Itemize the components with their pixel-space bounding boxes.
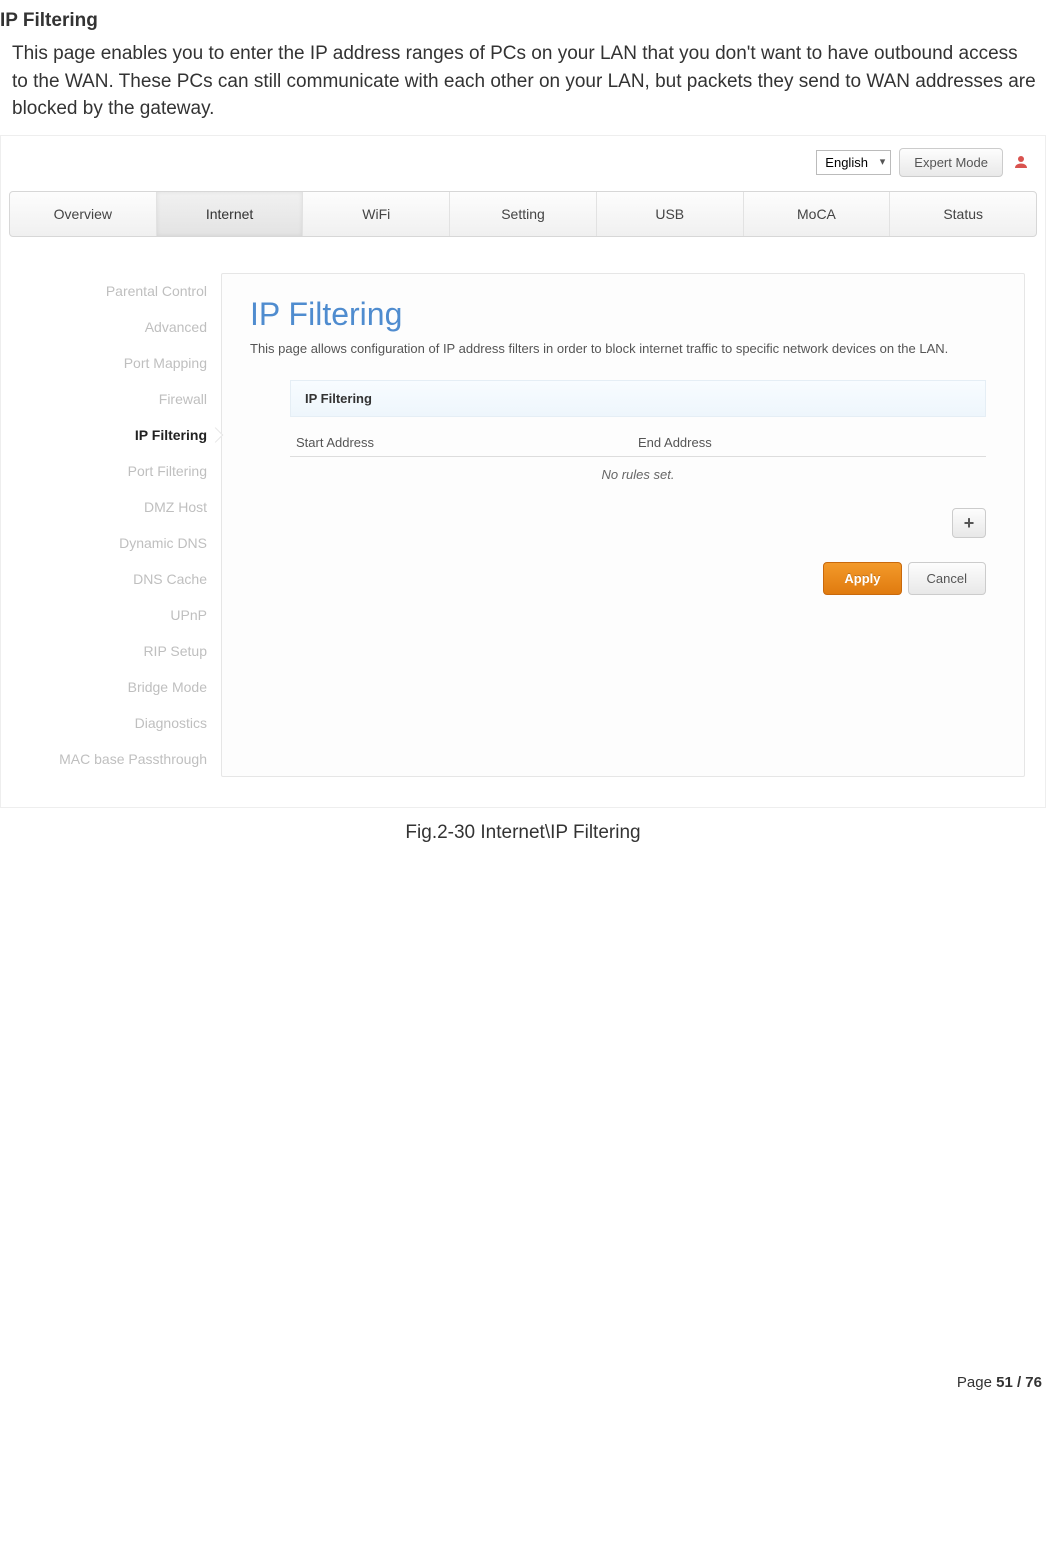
panel-inner: IP Filtering Start Address End Address N…: [250, 380, 996, 595]
col-start-address: Start Address: [296, 435, 638, 450]
language-select-wrap: English: [816, 150, 891, 175]
sidebar-item-rip-setup[interactable]: RIP Setup: [1, 633, 207, 669]
sidebar-item-port-filtering[interactable]: Port Filtering: [1, 453, 207, 489]
sidebar-item-upnp[interactable]: UPnP: [1, 597, 207, 633]
tab-usb[interactable]: USB: [597, 192, 744, 236]
sidebar-item-diagnostics[interactable]: Diagnostics: [1, 705, 207, 741]
panel-title: IP Filtering: [250, 296, 996, 333]
main-panel: IP Filtering This page allows configurat…: [221, 273, 1025, 777]
router-admin-screenshot: English Expert Mode Overview Internet Wi…: [0, 135, 1046, 808]
expert-mode-button[interactable]: Expert Mode: [899, 148, 1003, 177]
table-headers: Start Address End Address: [290, 435, 986, 456]
tab-setting[interactable]: Setting: [450, 192, 597, 236]
tab-wifi[interactable]: WiFi: [303, 192, 450, 236]
user-icon[interactable]: [1011, 152, 1031, 172]
sidebar-item-mac-passthrough[interactable]: MAC base Passthrough: [1, 741, 207, 777]
page-footer: Page 51 / 76: [0, 1364, 1046, 1401]
doc-section-description: This page enables you to enter the IP ad…: [0, 40, 1046, 135]
panel-description: This page allows configuration of IP add…: [250, 339, 996, 359]
add-row: +: [290, 508, 986, 562]
sidebar-item-port-mapping[interactable]: Port Mapping: [1, 345, 207, 381]
sidebar-item-firewall[interactable]: Firewall: [1, 381, 207, 417]
cancel-button[interactable]: Cancel: [908, 562, 986, 595]
sidebar-item-dmz-host[interactable]: DMZ Host: [1, 489, 207, 525]
sidebar-item-dns-cache[interactable]: DNS Cache: [1, 561, 207, 597]
doc-section-title: IP Filtering: [0, 0, 1046, 40]
figure-caption: Fig.2-30 Internet\IP Filtering: [0, 808, 1046, 1364]
no-rules-message: No rules set.: [290, 456, 986, 508]
sidebar-item-bridge-mode[interactable]: Bridge Mode: [1, 669, 207, 705]
content-row: Parental Control Advanced Port Mapping F…: [1, 237, 1045, 797]
tab-internet[interactable]: Internet: [157, 192, 304, 236]
main-tabs: Overview Internet WiFi Setting USB MoCA …: [9, 191, 1037, 237]
action-buttons: Apply Cancel: [290, 562, 986, 595]
add-rule-button[interactable]: +: [952, 508, 986, 538]
top-bar: English Expert Mode: [1, 136, 1045, 191]
col-end-address: End Address: [638, 435, 980, 450]
sidebar: Parental Control Advanced Port Mapping F…: [1, 273, 221, 777]
tab-status[interactable]: Status: [890, 192, 1036, 236]
tab-moca[interactable]: MoCA: [744, 192, 891, 236]
apply-button[interactable]: Apply: [823, 562, 901, 595]
sidebar-item-advanced[interactable]: Advanced: [1, 309, 207, 345]
tab-overview[interactable]: Overview: [10, 192, 157, 236]
section-header: IP Filtering: [290, 380, 986, 417]
footer-prefix: Page: [957, 1374, 996, 1391]
sidebar-item-ip-filtering[interactable]: IP Filtering: [1, 417, 207, 453]
footer-page-number: 51 / 76: [996, 1374, 1042, 1391]
language-select[interactable]: English: [816, 150, 891, 175]
sidebar-item-parental-control[interactable]: Parental Control: [1, 273, 207, 309]
sidebar-item-dynamic-dns[interactable]: Dynamic DNS: [1, 525, 207, 561]
